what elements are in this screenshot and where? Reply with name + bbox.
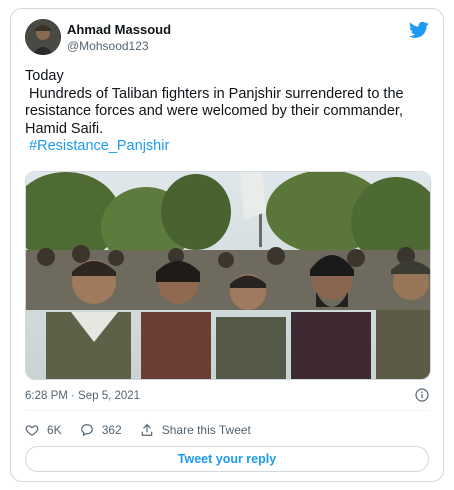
author-name[interactable]: Ahmad Massoud bbox=[67, 22, 171, 37]
like-count: 6K bbox=[47, 423, 62, 437]
tweet-text-body: Hundreds of Taliban fighters in Panjshir… bbox=[25, 85, 408, 137]
divider bbox=[25, 410, 429, 411]
author-handle[interactable]: @Mohsood123 bbox=[67, 39, 149, 53]
like-action[interactable]: 6K bbox=[25, 423, 62, 437]
twitter-bird-icon[interactable] bbox=[409, 21, 429, 39]
avatar[interactable] bbox=[25, 19, 61, 55]
reply-icon bbox=[80, 424, 93, 437]
info-icon[interactable] bbox=[415, 388, 429, 402]
share-action[interactable]: Share this Tweet bbox=[140, 423, 251, 437]
share-icon bbox=[141, 423, 152, 436]
tweet-photo[interactable] bbox=[25, 171, 431, 380]
tweet-card: Ahmad Massoud @Mohsood123 Today Hundreds… bbox=[10, 8, 444, 482]
reply-count: 362 bbox=[101, 423, 122, 437]
tweet-actions: 6K 362 Share this Tweet bbox=[25, 421, 269, 439]
tweet-text: Today Hundreds of Taliban fighters in Pa… bbox=[25, 68, 431, 156]
hashtag-link[interactable]: #Resistance_Panjshir bbox=[25, 138, 169, 154]
tweet-text-line1: Today bbox=[25, 68, 64, 84]
reply-action[interactable]: 362 bbox=[80, 423, 122, 437]
heart-icon bbox=[25, 425, 39, 436]
tweet-reply-button[interactable]: Tweet your reply bbox=[25, 446, 429, 472]
share-label: Share this Tweet bbox=[161, 423, 251, 437]
tweet-timestamp[interactable]: 6:28 PM · Sep 5, 2021 bbox=[25, 390, 140, 402]
